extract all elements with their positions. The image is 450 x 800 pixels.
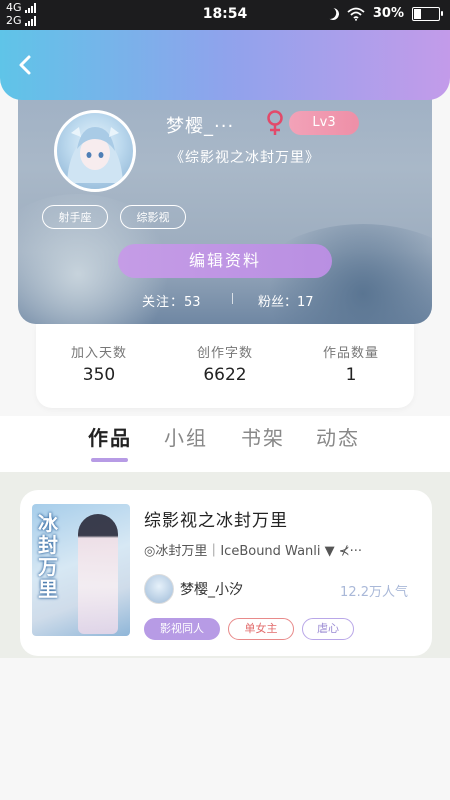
wifi-icon (347, 7, 365, 21)
following-label: 关注： (142, 295, 185, 310)
profile-card: 梦樱_··· Lv3 《综影视之冰封万里》 射手座 综影视 编辑资料 关注：53… (18, 84, 432, 324)
author-avatar (144, 574, 174, 604)
book-cover[interactable]: 冰封万里 (32, 504, 130, 636)
chevron-left-icon[interactable] (14, 52, 36, 78)
username: 梦樱_··· (166, 116, 235, 137)
book-tag: 虐心 (302, 618, 354, 640)
cover-illustration (78, 514, 118, 634)
tab-indicator (91, 458, 128, 462)
divider (232, 293, 233, 304)
fans-value: 17 (297, 295, 314, 310)
book-subtitle: ◎冰封万里｜IceBound Wanli ▼ ⊀··· (144, 544, 363, 559)
stats-panel: 加入天数 350 创作字数 6622 作品数量 1 (36, 324, 414, 408)
stat-value: 1 (345, 365, 357, 385)
stat-word-count: 创作字数 6622 (162, 342, 288, 385)
book-title: 综影视之冰封万里 (144, 511, 288, 531)
stat-label: 作品数量 (322, 346, 379, 361)
following-count[interactable]: 关注：53 (142, 291, 201, 310)
level-badge: Lv3 (289, 111, 359, 135)
fans-count[interactable]: 粉丝：17 (258, 291, 314, 310)
stat-value: 350 (82, 365, 116, 385)
profile-tag: 综影视 (120, 205, 186, 229)
edit-profile-button[interactable]: 编辑资料 (118, 244, 332, 278)
status-bar: 4G 2G 18:54 30% (0, 0, 450, 30)
popularity-count: 12.2万人气 (340, 585, 408, 600)
stat-value: 6622 (203, 365, 247, 385)
status-icons: 30% (325, 6, 443, 21)
tab-activity[interactable]: 动态 (316, 422, 360, 451)
battery-percent: 30% (372, 6, 404, 21)
book-tag: 单女主 (228, 618, 294, 640)
stat-label: 创作字数 (196, 346, 253, 361)
stat-join-days: 加入天数 350 (36, 342, 162, 385)
stat-works-count: 作品数量 1 (288, 342, 414, 385)
avatar[interactable] (54, 110, 136, 192)
book-tag: 影视同人 (144, 618, 220, 640)
stat-label: 加入天数 (70, 346, 127, 361)
following-value: 53 (184, 295, 201, 310)
profile-tag: 射手座 (42, 205, 108, 229)
signature: 《综影视之冰封万里》 (170, 150, 320, 166)
female-icon (267, 110, 283, 135)
book-card[interactable]: 冰封万里 综影视之冰封万里 ◎冰封万里｜IceBound Wanli ▼ ⊀··… (20, 490, 432, 656)
avatar-image (67, 127, 123, 183)
header-bar (0, 30, 450, 100)
tab-works[interactable]: 作品 (88, 422, 132, 451)
moon-icon (325, 6, 340, 21)
fans-label: 粉丝： (258, 295, 298, 310)
tab-bar: 作品 小组 书架 动态 (0, 416, 450, 472)
cover-title: 冰封万里 (38, 511, 58, 601)
battery-icon (412, 6, 443, 21)
tab-groups[interactable]: 小组 (164, 422, 208, 451)
author-name: 梦樱_小汐 (180, 582, 243, 598)
tab-bookshelf[interactable]: 书架 (241, 422, 285, 451)
